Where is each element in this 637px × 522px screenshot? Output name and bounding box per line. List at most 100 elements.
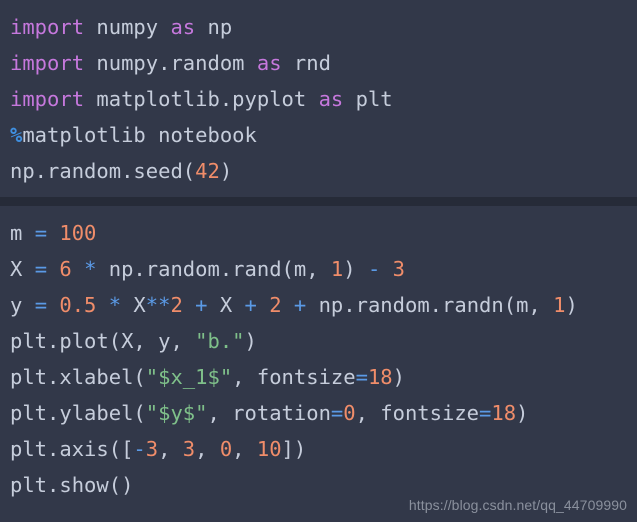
code-line[interactable]: m = 100 [10,215,637,251]
code-token: 2 [269,293,282,317]
code-token: plt.plot(X, y, [10,329,196,353]
code-line[interactable]: import matplotlib.pyplot as plt [10,81,637,117]
code-line[interactable]: plt.plot(X, y, "b.") [10,323,637,359]
code-token: ** [145,293,171,317]
code-token: matplotlib notebook [22,123,257,147]
code-cell-1[interactable]: import numpy as np import numpy.random as… [0,0,637,197]
code-token: 42 [195,159,220,183]
code-line[interactable]: %matplotlib notebook [10,117,637,153]
code-token: 18 [491,401,517,425]
code-line[interactable]: import numpy as np [10,9,637,45]
code-token: + [244,293,257,317]
code-token: , [158,437,183,461]
code-line[interactable]: y = 0.5 * X**2 + X + 2 + np.random.randn… [10,287,637,323]
code-token: np.random.rand(m, [96,257,331,281]
code-token: + [195,293,208,317]
code-cell-1-body[interactable]: import numpy as np import numpy.random as… [0,9,637,189]
code-token: y [10,293,35,317]
code-token: ) [392,365,405,389]
cell-1-top-padding [0,0,637,9]
code-token: , fontsize [232,365,356,389]
cell-2-top-padding [0,206,637,215]
code-line[interactable]: plt.axis([-3, 3, 0, 10]) [10,431,637,467]
code-token: as [170,15,196,39]
code-token: m [10,221,35,245]
code-token: = [330,401,344,425]
code-line[interactable]: import numpy.random as rnd [10,45,637,81]
code-line[interactable]: plt.ylabel("$y$", rotation=0, fontsize=1… [10,395,637,431]
code-token: numpy.random [96,51,245,75]
code-token: "$x_1$" [145,365,233,389]
code-token: ) [244,329,257,353]
code-token: ]) [281,437,307,461]
code-token: plt.xlabel( [10,365,146,389]
cell-1-bottom-padding [0,189,637,197]
code-token: 3 [182,437,196,461]
code-token: "$y$" [145,401,208,425]
code-token: 100 [59,221,97,245]
code-cell-2[interactable]: m = 100 X = 6 * np.random.rand(m, 1) - 3y… [0,206,637,511]
code-token: + [293,293,307,317]
code-token: X [207,293,245,317]
code-token: 6 [59,257,72,281]
code-token: plt.ylabel( [10,401,146,425]
code-token: np [207,15,233,39]
code-line[interactable]: X = 6 * np.random.rand(m, 1) - 3 [10,251,637,287]
code-token: 3 [145,437,159,461]
code-token: matplotlib.pyplot [96,87,307,111]
code-token: numpy [96,15,159,39]
code-line[interactable]: plt.xlabel("$x_1$", fontsize=18) [10,359,637,395]
code-token: , [232,437,257,461]
code-token: 1 [553,293,566,317]
code-token: , fontsize [355,401,480,425]
code-token: 10 [256,437,282,461]
code-token: * [108,293,122,317]
code-token: 18 [367,365,393,389]
code-token: import [10,51,85,75]
code-token: as [318,87,344,111]
code-token: 1 [330,257,344,281]
code-token: * [84,257,97,281]
code-token: import [10,87,85,111]
code-token: 0 [343,401,356,425]
watermark-text: https://blog.csdn.net/qq_44709990 [408,497,627,513]
code-token: 2 [170,293,183,317]
code-token: ) [343,257,368,281]
code-token: = [355,365,368,389]
code-token: 0 [219,437,233,461]
code-token: ) [565,293,578,317]
code-token: % [10,123,23,147]
code-token: = [34,293,48,317]
code-token: import [10,15,85,39]
code-token: rnd [293,51,331,75]
code-token: np.random.randn(m, [306,293,554,317]
code-cell-2-body[interactable]: m = 100 X = 6 * np.random.rand(m, 1) - 3y… [0,215,637,503]
code-token: , [195,437,220,461]
code-token: X [10,257,35,281]
cell-separator [0,197,637,206]
code-token: ) [516,401,529,425]
code-token: = [34,221,48,245]
code-token: = [34,257,48,281]
code-line[interactable]: np.random.seed(42) [10,153,637,189]
code-token: np.random.seed( [10,159,196,183]
code-token: - [133,437,146,461]
code-token: ) [219,159,233,183]
code-token: 3 [392,257,405,281]
code-token: = [479,401,492,425]
code-token: "b." [195,329,245,353]
code-token: plt.axis([ [10,437,134,461]
